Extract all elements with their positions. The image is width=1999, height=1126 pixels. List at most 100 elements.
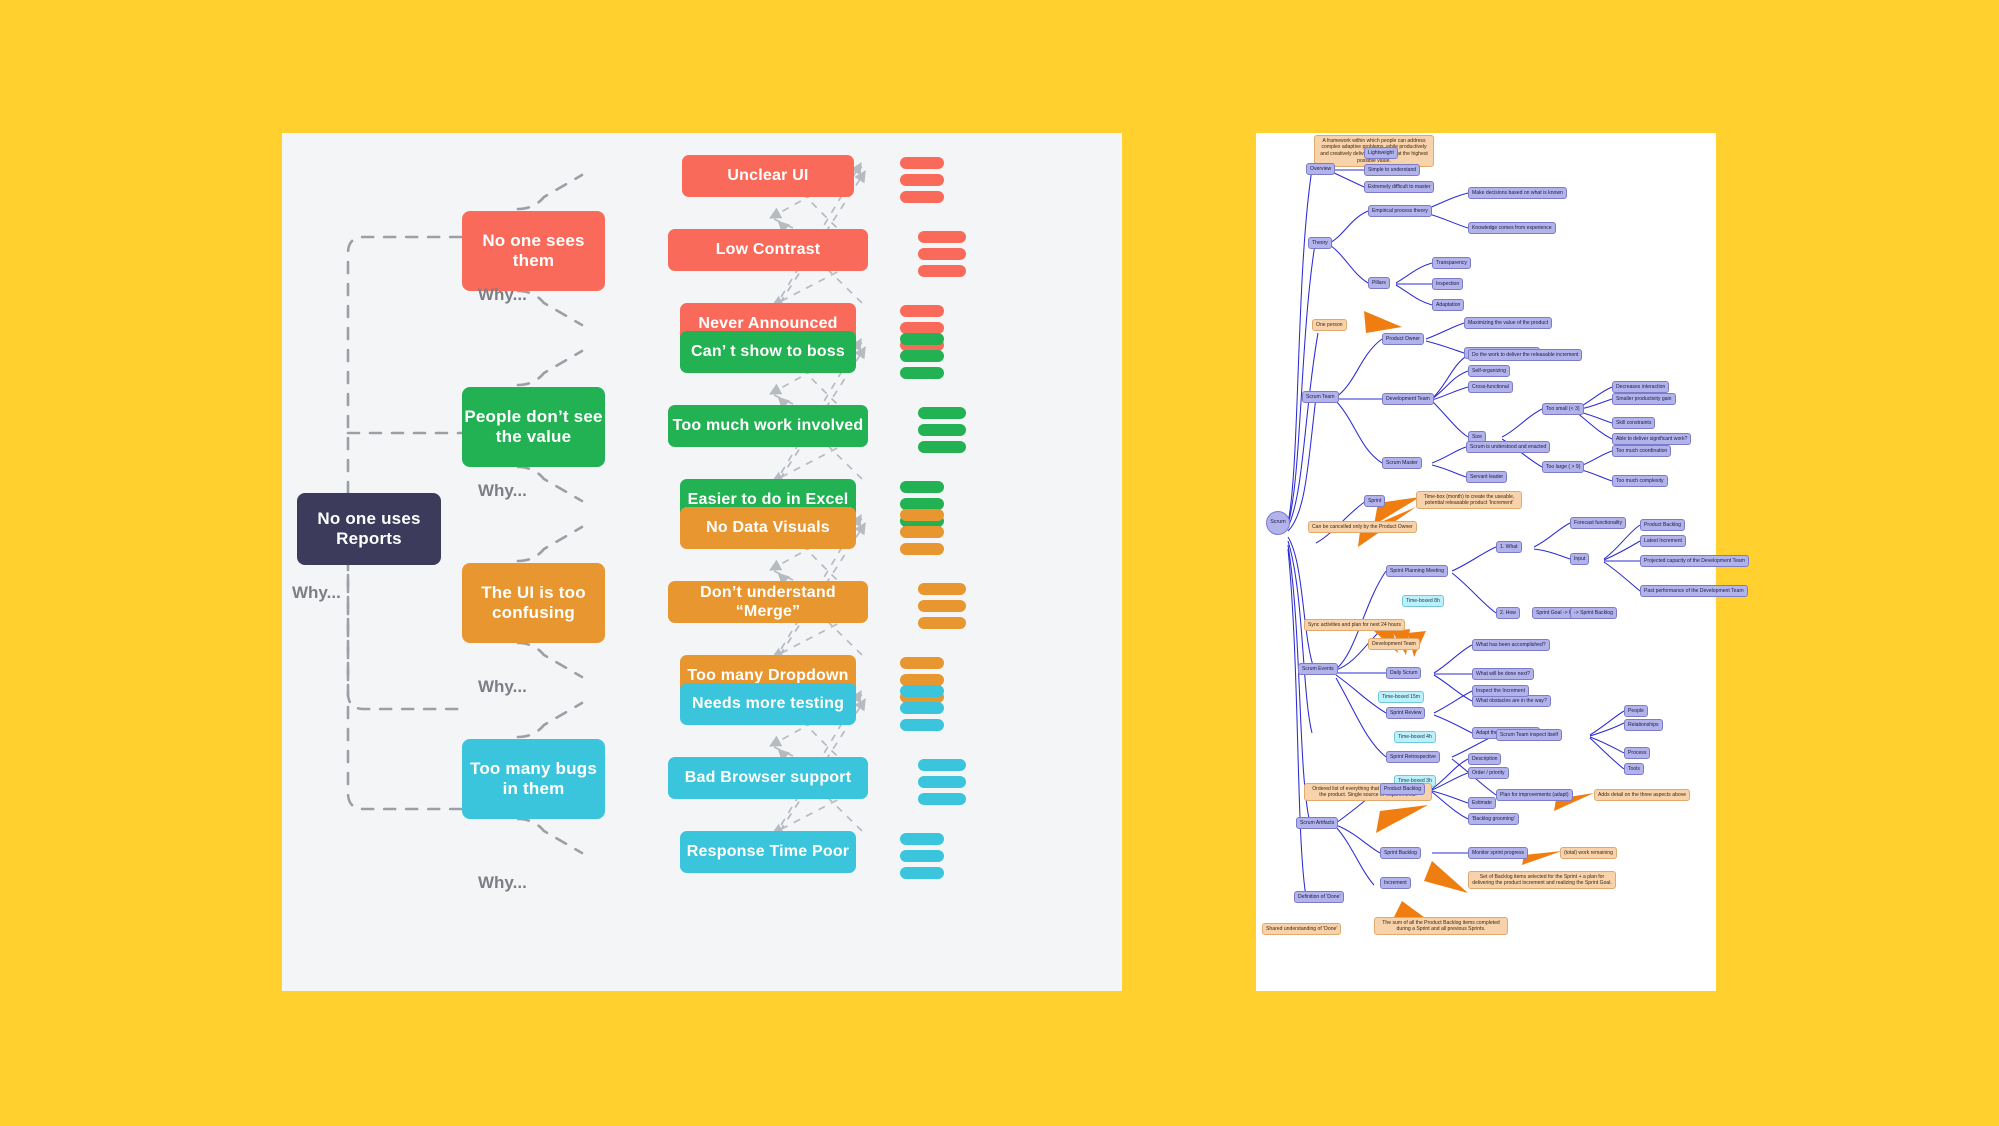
node-too-large[interactable]: Too large ( > 9) (1542, 461, 1585, 473)
node-inspection[interactable]: Inspection (1432, 278, 1464, 290)
node-people[interactable]: People (1624, 705, 1648, 717)
five-whys-board: No one uses Reports Why... No one sees t… (282, 133, 1122, 991)
node-scrum-master[interactable]: Scrum Master (1382, 457, 1422, 469)
node-too-much-coordination[interactable]: Too much coordination (1612, 445, 1672, 457)
cause-node-bad-browser-support[interactable]: Bad Browser support (668, 757, 868, 799)
node-estimate[interactable]: Estimate (1468, 797, 1496, 809)
cause-node-too-much-work-involved[interactable]: Too much work involved (668, 405, 868, 447)
branch-node-the-ui-is-too-confusing[interactable]: The UI is too confusing (462, 563, 605, 643)
branch-node-people-dont-see-the-value[interactable]: People don’t see the value (462, 387, 605, 467)
node-order-priority[interactable]: Order / priority (1468, 767, 1509, 779)
node-lightweight[interactable]: Lightweight (1364, 147, 1398, 159)
root-node-no-one-uses-reports[interactable]: No one uses Reports (297, 493, 441, 565)
node-knowledge-from-experience[interactable]: Knowledge comes from experience (1468, 222, 1556, 234)
node-sprint[interactable]: Sprint (1364, 495, 1386, 507)
node-extremely-difficult-to-master[interactable]: Extremely difficult to master (1364, 181, 1435, 193)
hamburger-icon-group-3b (918, 583, 966, 629)
cause-node-cant-show-to-boss[interactable]: Can’ t show to boss (680, 331, 856, 373)
node-scrum-events[interactable]: Scrum Events (1298, 663, 1338, 675)
node-tools[interactable]: Tools (1624, 763, 1644, 775)
node-scrum-team[interactable]: Scrum Team (1302, 391, 1339, 403)
node-development-team[interactable]: Development Team (1382, 393, 1434, 405)
note-sprint-backlog-definition: Set of Backlog items selected for the Sp… (1468, 871, 1616, 890)
node-daily-timebox[interactable]: Time-boxed 15m (1378, 691, 1425, 703)
cause-node-low-contrast[interactable]: Low Contrast (668, 229, 868, 271)
hamburger-icon-group-1b (918, 231, 966, 277)
note-increment-definition: The sum of all the Product Backlog items… (1374, 917, 1508, 936)
node-what-obstacles[interactable]: What obstacles are in the way? (1472, 695, 1551, 707)
node-maximizing-value[interactable]: Maximizing the value of the product (1464, 317, 1553, 329)
cause-node-dont-understand-merge[interactable]: Don’t understand “Merge” (668, 581, 868, 623)
node-product-backlog[interactable]: Product Backlog (1380, 783, 1426, 795)
node-overview[interactable]: Overview (1306, 163, 1336, 175)
hamburger-icon-group-4a (900, 685, 944, 731)
node-past-performance[interactable]: Past performance of the Development Team (1640, 585, 1748, 597)
node-transparency[interactable]: Transparency (1432, 257, 1471, 269)
node-what-done-next[interactable]: What will be done next? (1472, 668, 1535, 680)
why-label-branch-3: Why... (478, 677, 527, 696)
node-make-decisions[interactable]: Make decisions based on what is known (1468, 187, 1567, 199)
node-backlog-grooming[interactable]: 'Backlog grooming' (1468, 813, 1519, 825)
hamburger-icon-group-2a (900, 333, 944, 379)
node-process[interactable]: Process (1624, 747, 1651, 759)
node-projected-capacity[interactable]: Projected capacity of the Development Te… (1640, 555, 1749, 567)
node-skill-constraints[interactable]: Skill constraints (1612, 417, 1656, 429)
node-monitor-sprint-progress[interactable]: Monitor sprint progress (1468, 847, 1529, 859)
node-servant-leader[interactable]: Servant leader (1466, 471, 1508, 483)
node-theory[interactable]: Theory (1308, 237, 1332, 249)
node-simple-to-understand[interactable]: Simple to understand (1364, 164, 1421, 176)
note-one-person: One person (1312, 319, 1347, 331)
node-cross-functional[interactable]: Cross-functional (1468, 381, 1513, 393)
node-able-to-deliver[interactable]: Able to deliver significant work? (1612, 433, 1692, 445)
node-plan-for-improvements[interactable]: Plan for improvements (adapt) (1496, 789, 1573, 801)
note-sprint-timebox: Time-box (month) to create the useable, … (1416, 491, 1522, 510)
node-how[interactable]: 2. How (1496, 607, 1520, 619)
node-increment[interactable]: Increment (1380, 877, 1411, 889)
node-daily-scrum[interactable]: Daily Scrum (1386, 667, 1422, 679)
node-review-timebox[interactable]: Time-boxed 4h (1394, 731, 1436, 743)
node-what-accomplished[interactable]: What has been accomplished? (1472, 639, 1550, 651)
node-forecast-functionality[interactable]: Forecast functionality (1570, 517, 1627, 529)
note-shared-understanding-done: Shared understanding of 'Done' (1262, 923, 1342, 935)
node-sprint-backlog-arrow[interactable]: -> Sprint Backlog (1570, 607, 1617, 619)
node-planning-timebox[interactable]: Time-boxed 8h (1402, 595, 1444, 607)
cause-node-needs-more-testing[interactable]: Needs more testing (680, 683, 856, 725)
node-scrum-understood-enacted[interactable]: Scrum is understood and enacted (1466, 441, 1551, 453)
node-self-organizing[interactable]: Self-organizing (1468, 365, 1510, 377)
node-sprint-review[interactable]: Sprint Review (1386, 707, 1426, 719)
node-relationships[interactable]: Relationships (1624, 719, 1663, 731)
hamburger-icon-group-4b (918, 759, 966, 805)
node-adaptation[interactable]: Adaptation (1432, 299, 1465, 311)
cause-node-no-data-visuals[interactable]: No Data Visuals (680, 507, 856, 549)
node-what[interactable]: 1. What (1496, 541, 1522, 553)
cause-node-response-time-poor[interactable]: Response Time Poor (680, 831, 856, 873)
note-grooming-detail: Adds detail on the three aspects above (1594, 789, 1691, 801)
branch-node-too-many-bugs-in-them[interactable]: Too many bugs in them (462, 739, 605, 819)
node-scrum-artifacts[interactable]: Scrum Artifacts (1296, 817, 1339, 829)
node-empirical-process-theory[interactable]: Empirical process theory (1368, 205, 1432, 217)
node-do-the-work[interactable]: Do the work to deliver the releasable in… (1468, 349, 1583, 361)
node-sprint-backlog[interactable]: Sprint Backlog (1380, 847, 1421, 859)
node-scrum-team-inspect-itself[interactable]: Scrum Team inspect itself (1496, 729, 1562, 741)
node-smaller-productivity-gain[interactable]: Smaller productivity gain (1612, 393, 1676, 405)
cause-node-unclear-ui[interactable]: Unclear UI (682, 155, 854, 197)
branch-node-no-one-sees-them[interactable]: No one sees them (462, 211, 605, 291)
node-sprint-planning-meeting[interactable]: Sprint Planning Meeting (1386, 565, 1449, 577)
hamburger-icon-group-2b (918, 407, 966, 453)
why-label-root: Why... (292, 583, 341, 602)
scrum-root-node[interactable]: Scrum (1266, 511, 1290, 535)
node-definition-of-done[interactable]: Definition of 'Done' (1294, 891, 1345, 903)
node-inspect-increment[interactable]: Inspect the Increment (1472, 685, 1529, 697)
node-latest-increment[interactable]: Latest Increment (1640, 535, 1686, 547)
node-input-product-backlog[interactable]: Product Backlog (1640, 519, 1686, 531)
hamburger-icon-group-3a (900, 509, 944, 555)
node-pillars[interactable]: Pillars (1368, 277, 1390, 289)
node-too-much-complexity[interactable]: Too much complexity (1612, 475, 1668, 487)
node-sprint-retrospective[interactable]: Sprint Retrospective (1386, 751, 1440, 763)
note-total-work-remaining: (total) work remaining (1560, 847, 1617, 859)
node-product-owner[interactable]: Product Owner (1382, 333, 1424, 345)
node-too-small[interactable]: Too small (< 3) (1542, 403, 1584, 415)
node-input[interactable]: Input (1570, 553, 1590, 565)
node-decreases-interaction[interactable]: Decreases interaction (1612, 381, 1670, 393)
node-description[interactable]: Description (1468, 753, 1502, 765)
